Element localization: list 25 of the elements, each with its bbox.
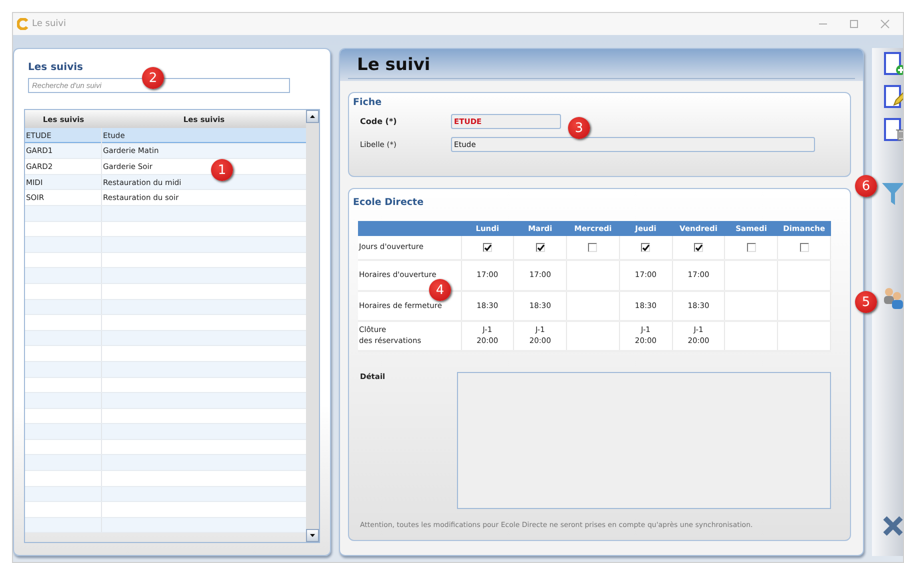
- day-checkbox[interactable]: [641, 242, 650, 252]
- field-label: Code (*): [359, 117, 398, 126]
- day-checkbox[interactable]: [482, 242, 492, 252]
- day-checkbox[interactable]: [536, 242, 545, 252]
- app-logo-icon: [17, 18, 29, 30]
- day-checkbox[interactable]: [746, 242, 756, 252]
- filter-icon[interactable]: [882, 182, 903, 206]
- people-icon[interactable]: [882, 286, 903, 310]
- day-checkbox[interactable]: [588, 242, 598, 252]
- scroll-down-button[interactable]: [306, 529, 319, 542]
- panel-title: Le suivi: [348, 55, 855, 79]
- detail-field[interactable]: [457, 372, 831, 509]
- edit-document-icon[interactable]: [882, 84, 903, 109]
- day-checkbox[interactable]: [694, 242, 704, 252]
- day-checkbox[interactable]: [800, 242, 809, 252]
- card-title: Fiche: [353, 97, 383, 108]
- delete-document-icon[interactable]: [882, 117, 903, 142]
- up-arrow-icon: [310, 115, 315, 118]
- close-icon[interactable]: [882, 515, 903, 537]
- panel-title: Les suivis: [28, 62, 84, 73]
- card-title: Ecole Directe: [353, 197, 425, 208]
- down-arrow-icon: [310, 534, 315, 537]
- scroll-up-button[interactable]: [306, 110, 319, 123]
- new-document-icon[interactable]: [882, 51, 903, 76]
- window-title: Le suivi: [32, 19, 67, 29]
